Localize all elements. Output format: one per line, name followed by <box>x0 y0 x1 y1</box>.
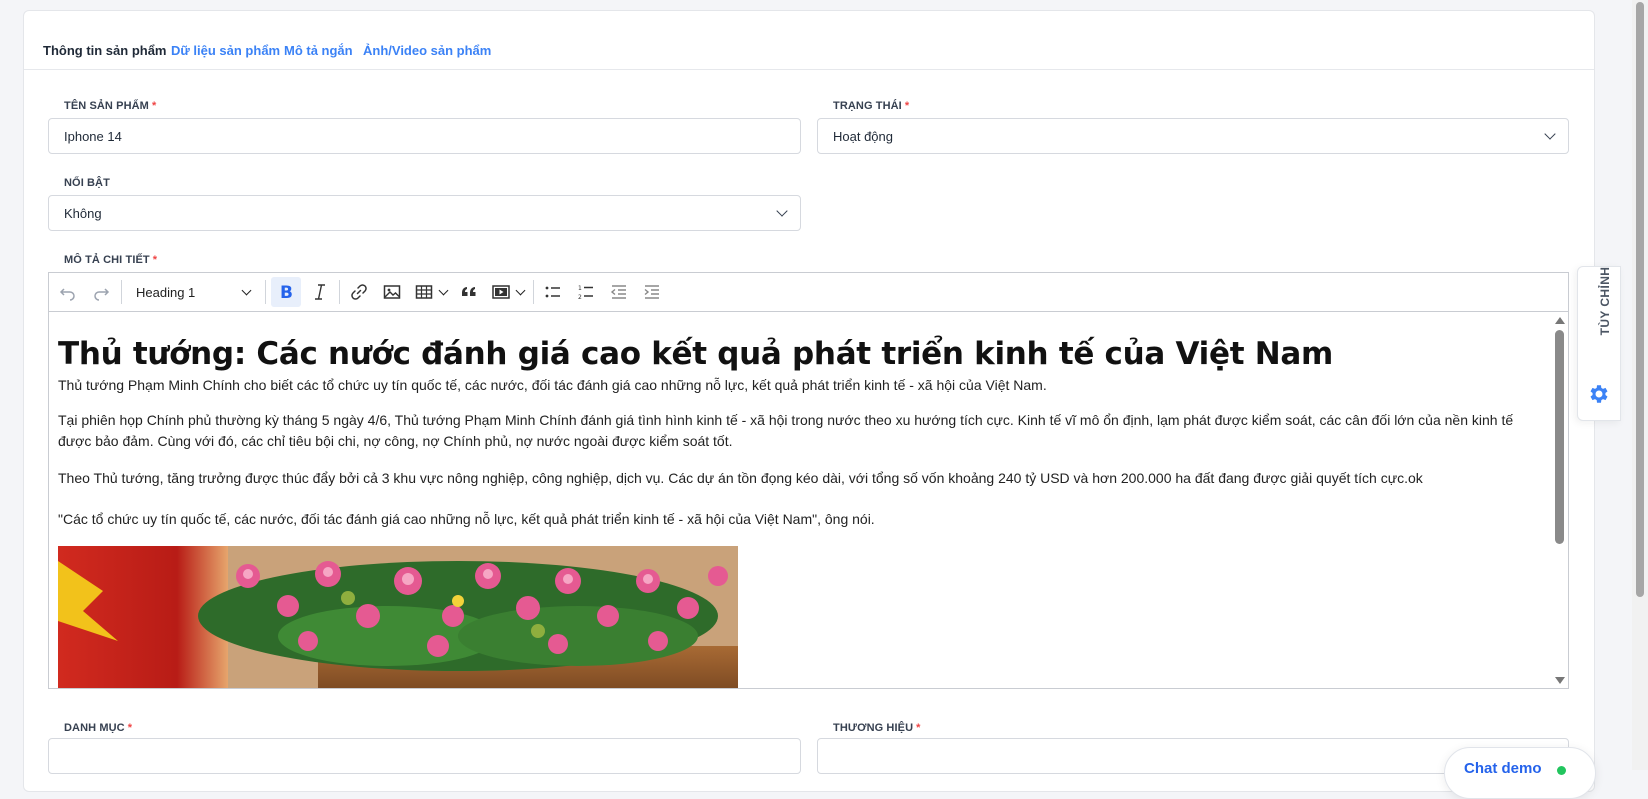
required-marker: * <box>916 722 921 734</box>
quote-icon <box>462 287 476 296</box>
description-label: MÔ TẢ CHI TIẾT * <box>64 254 158 266</box>
gear-icon <box>1590 385 1608 403</box>
chat-label: Chat demo <box>1464 760 1542 777</box>
required-marker: * <box>904 100 910 112</box>
bulleted-list-button[interactable] <box>538 277 568 307</box>
page-scrollbar-thumb[interactable] <box>1636 2 1644 597</box>
customize-panel-toggle[interactable]: TÙY CHỈNH <box>1577 266 1621 421</box>
outdent-icon <box>610 285 626 299</box>
required-marker: * <box>151 100 157 112</box>
chevron-down-icon <box>515 285 526 296</box>
featured-label: NỔI BẬT <box>64 177 110 189</box>
toolbar-divider <box>339 280 340 304</box>
featured-select[interactable]: Không <box>48 195 801 231</box>
numbered-list-button[interactable]: 12 <box>571 277 601 307</box>
media-embed-button[interactable] <box>487 277 529 307</box>
outdent-button[interactable] <box>604 277 634 307</box>
scroll-down-arrow-icon[interactable] <box>1555 677 1565 684</box>
link-button[interactable] <box>344 277 374 307</box>
image-button[interactable] <box>377 277 407 307</box>
redo-icon <box>94 288 110 301</box>
image-icon <box>383 285 401 299</box>
media-icon <box>492 285 510 299</box>
link-icon <box>351 284 367 300</box>
rich-text-editor: Heading 1 B 1 2 Thủ tướng: Các nước đánh… <box>48 272 1569 689</box>
article-paragraph: Thủ tướng Phạm Minh Chính cho biết các t… <box>58 377 1047 393</box>
tab-media[interactable]: Ảnh/Video sản phẩm <box>363 43 491 58</box>
online-status-dot <box>1557 766 1566 775</box>
indent-button[interactable] <box>637 277 667 307</box>
bold-icon: B <box>280 283 293 302</box>
blockquote-button[interactable] <box>454 277 484 307</box>
editor-toolbar: Heading 1 B 1 2 <box>49 273 1568 312</box>
category-label: DANH MỤC * <box>64 722 133 734</box>
chat-widget-button[interactable]: Chat demo <box>1444 747 1596 799</box>
toolbar-divider <box>121 280 122 304</box>
chevron-down-icon <box>438 285 449 296</box>
category-select[interactable] <box>48 738 801 774</box>
brand-label: THƯƠNG HIỆU * <box>833 722 921 734</box>
tab-bar: Thông tin sản phẩm Dữ liệu sản phẩm Mô t… <box>24 11 1594 70</box>
required-marker: * <box>152 254 158 266</box>
article-paragraph: Tại phiên họp Chính phủ thường kỳ tháng … <box>58 412 1514 449</box>
redo-button[interactable] <box>86 277 116 307</box>
svg-text:B: B <box>280 283 293 302</box>
scrollbar-thumb[interactable] <box>1555 330 1564 544</box>
tab-product-info[interactable]: Thông tin sản phẩm <box>43 43 167 58</box>
undo-icon <box>59 288 75 301</box>
article-image <box>58 546 738 688</box>
italic-icon <box>315 284 325 300</box>
heading-select[interactable]: Heading 1 <box>128 277 258 307</box>
article-heading: Thủ tướng: Các nước đánh giá cao kết quả… <box>58 336 1333 372</box>
editor-scrollbar[interactable] <box>1551 312 1568 688</box>
toolbar-divider <box>533 280 534 304</box>
page-scrollbar[interactable] <box>1632 0 1648 770</box>
chevron-down-icon <box>776 205 788 217</box>
table-button[interactable] <box>410 277 452 307</box>
status-select[interactable]: Hoạt động <box>817 118 1569 154</box>
scroll-up-arrow-icon[interactable] <box>1555 317 1565 324</box>
numbered-list-icon: 12 <box>578 285 593 301</box>
product-name-input[interactable]: Iphone 14 <box>48 118 801 154</box>
indent-icon <box>644 285 659 299</box>
bold-button[interactable]: B <box>271 277 301 307</box>
product-form-card: Thông tin sản phẩm Dữ liệu sản phẩm Mô t… <box>23 10 1595 792</box>
italic-button[interactable] <box>305 277 335 307</box>
table-icon <box>415 285 433 299</box>
customize-label: TÙY CHỈNH <box>1598 266 1612 336</box>
svg-text:2: 2 <box>578 294 582 301</box>
tab-short-description[interactable]: Mô tả ngắn <box>284 43 353 58</box>
editor-content[interactable]: Thủ tướng: Các nước đánh giá cao kết quả… <box>49 312 1550 688</box>
svg-text:1: 1 <box>578 285 582 292</box>
bulleted-list-icon <box>545 286 560 298</box>
status-label: TRẠNG THÁI * <box>833 100 910 112</box>
chevron-down-icon <box>1544 128 1556 140</box>
product-name-label: TÊN SẢN PHẨM * <box>64 100 157 112</box>
required-marker: * <box>127 722 133 734</box>
article-paragraph: Theo Thủ tướng, tăng trưởng được thúc đẩ… <box>58 470 1423 486</box>
article-paragraph: "Các tổ chức uy tín quốc tế, các nước, đ… <box>58 511 875 527</box>
undo-button[interactable] <box>53 277 83 307</box>
tab-product-data[interactable]: Dữ liệu sản phẩm <box>171 43 280 58</box>
toolbar-divider <box>265 280 266 304</box>
chevron-down-icon <box>241 285 252 296</box>
